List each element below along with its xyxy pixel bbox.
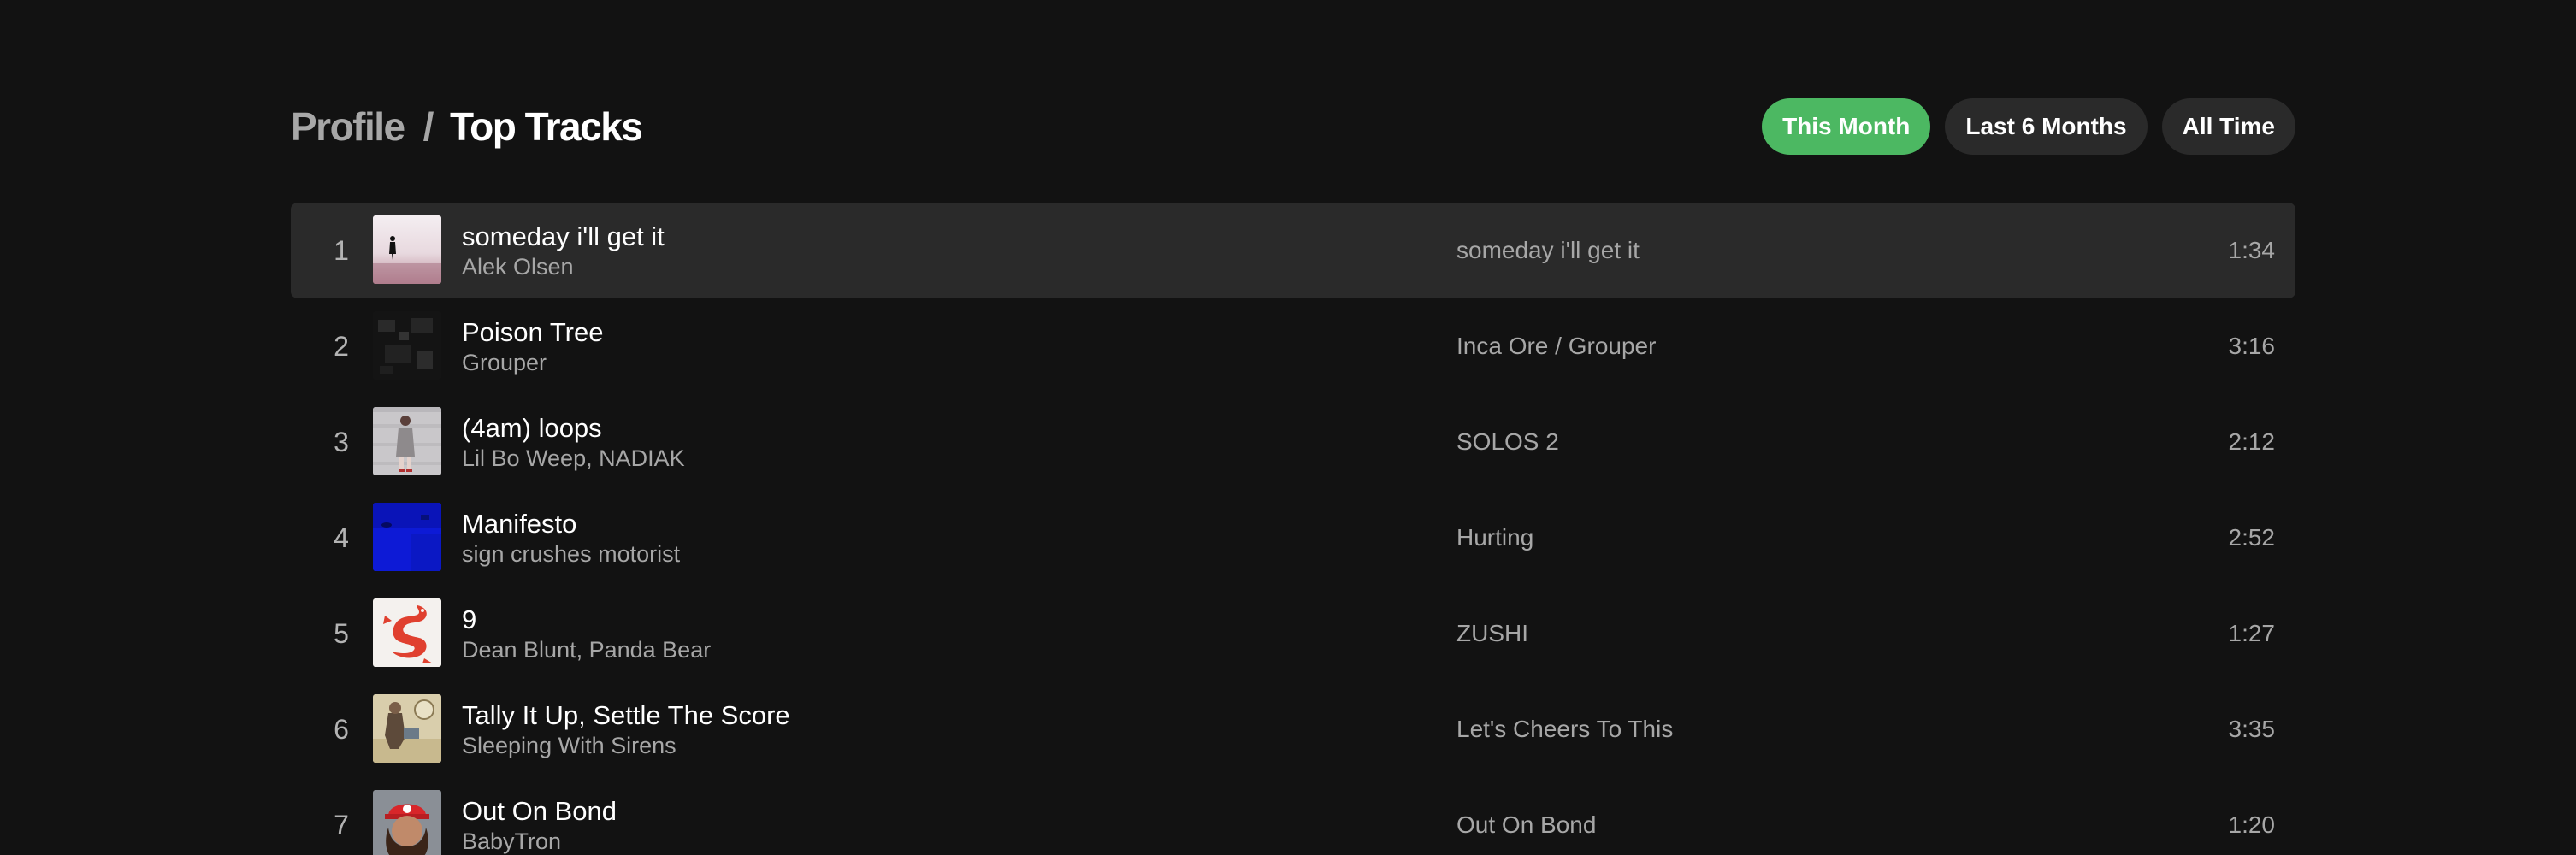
- track-info: someday i'll get it Alek Olsen: [462, 221, 665, 281]
- top-tracks-page: Profile / Top Tracks This Month Last 6 Mon…: [0, 0, 2576, 855]
- filter-last-6-months-button[interactable]: Last 6 Months: [1945, 98, 2148, 155]
- track-row[interactable]: 3 (4am) loops Lil Bo Weep, NADIAK SOLOS …: [291, 394, 2295, 490]
- time-range-filters: This Month Last 6 Months All Time: [1762, 98, 2295, 155]
- filter-all-time-button[interactable]: All Time: [2161, 98, 2295, 155]
- album-cover-standing-figure-icon: [373, 407, 441, 475]
- track-list: 1 someday i'll get it Alek Olsen someday…: [291, 203, 2295, 855]
- track-info: Out On Bond BabyTron: [462, 796, 617, 855]
- page-title: Top Tracks: [449, 104, 643, 149]
- track-row[interactable]: 2 Poison Tree Grouper Inca Ore / Grouper…: [291, 298, 2295, 394]
- track-album[interactable]: Inca Ore / Grouper: [1456, 298, 1656, 394]
- track-title[interactable]: Manifesto: [462, 509, 680, 540]
- track-duration: 1:34: [2228, 237, 2276, 263]
- track-artist[interactable]: Grouper: [462, 348, 603, 377]
- track-duration: 2:12: [2228, 428, 2276, 455]
- track-title[interactable]: Tally It Up, Settle The Score: [462, 700, 790, 731]
- track-title[interactable]: Poison Tree: [462, 317, 603, 348]
- track-album[interactable]: Out On Bond: [1456, 777, 1596, 855]
- track-artist[interactable]: Lil Bo Weep, NADIAK: [462, 444, 685, 473]
- track-info: Manifesto sign crushes motorist: [462, 509, 680, 569]
- track-row[interactable]: 1 someday i'll get it Alek Olsen someday…: [291, 203, 2295, 298]
- track-title[interactable]: (4am) loops: [462, 413, 685, 444]
- track-album[interactable]: Let's Cheers To This: [1456, 681, 1673, 777]
- track-artist[interactable]: Alek Olsen: [462, 252, 665, 281]
- page-header: Profile / Top Tracks This Month Last 6 Mon…: [291, 94, 2295, 159]
- album-cover-dark-noise-icon: [373, 311, 441, 380]
- track-album[interactable]: Hurting: [1456, 490, 1533, 586]
- track-artist[interactable]: sign crushes motorist: [462, 540, 680, 569]
- album-cover-figure-in-mist-icon: [373, 215, 441, 284]
- album-cover-red-cap-portrait-icon: [373, 790, 441, 855]
- track-row[interactable]: 5 9 Dean Blunt, Panda Bear ZUSHI 1:27: [291, 586, 2295, 681]
- breadcrumb-separator: /: [422, 104, 434, 149]
- track-album[interactable]: ZUSHI: [1456, 586, 1528, 681]
- track-duration: 3:35: [2228, 716, 2276, 742]
- track-row[interactable]: 4 Manifesto sign crushes motorist Hurtin…: [291, 490, 2295, 586]
- track-album[interactable]: SOLOS 2: [1456, 394, 1559, 490]
- track-duration: 3:16: [2228, 333, 2276, 359]
- track-row[interactable]: 7 Out On Bond BabyTron Out On Bond 1:20: [291, 777, 2295, 855]
- album-cover-vintage-icon: [373, 694, 441, 763]
- album-cover-red-dragon-icon: [373, 598, 441, 667]
- track-duration: 2:52: [2228, 524, 2276, 551]
- track-artist[interactable]: Sleeping With Sirens: [462, 731, 790, 760]
- track-title[interactable]: Out On Bond: [462, 796, 617, 827]
- track-info: Poison Tree Grouper: [462, 317, 603, 377]
- album-cover-blue-icon: [373, 503, 441, 571]
- track-title[interactable]: 9: [462, 604, 711, 635]
- track-row[interactable]: 6 Tally It Up, Settle The Score Sleeping…: [291, 681, 2295, 777]
- track-info: (4am) loops Lil Bo Weep, NADIAK: [462, 413, 685, 473]
- track-artist[interactable]: Dean Blunt, Panda Bear: [462, 635, 711, 664]
- track-duration: 1:20: [2228, 811, 2276, 838]
- breadcrumb: Profile / Top Tracks: [291, 97, 643, 156]
- track-artist[interactable]: BabyTron: [462, 827, 617, 855]
- track-album[interactable]: someday i'll get it: [1456, 203, 1640, 298]
- breadcrumb-profile-link[interactable]: Profile: [291, 104, 405, 149]
- track-duration: 1:27: [2228, 620, 2276, 646]
- track-info: 9 Dean Blunt, Panda Bear: [462, 604, 711, 664]
- filter-this-month-button[interactable]: This Month: [1762, 98, 1931, 155]
- track-info: Tally It Up, Settle The Score Sleeping W…: [462, 700, 790, 760]
- track-title[interactable]: someday i'll get it: [462, 221, 665, 252]
